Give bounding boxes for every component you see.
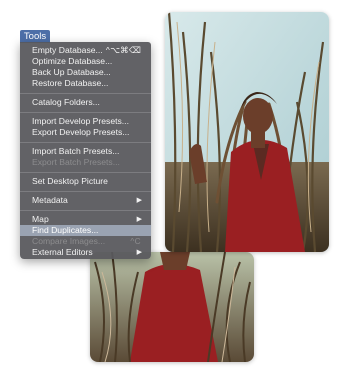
menu-item-import-develop-presets[interactable]: Import Develop Presets... (20, 116, 151, 127)
menu-separator (20, 191, 151, 192)
menu-item-label: Restore Database... (32, 78, 109, 88)
tools-menu: Empty Database... ^⌥⌘⌫ Optimize Database… (20, 42, 151, 259)
menu-item-back-up-database[interactable]: Back Up Database... (20, 67, 151, 78)
menu-item-label: Compare Images... (32, 236, 106, 246)
menu-item-label: External Editors (32, 247, 93, 257)
submenu-arrow-icon: ▶ (136, 216, 142, 223)
menu-separator (20, 172, 151, 173)
menu-separator (20, 112, 151, 113)
portrait-photo-back (90, 252, 254, 362)
menu-item-label: Map (32, 214, 49, 224)
menu-separator (20, 93, 151, 94)
menu-item-export-develop-presets[interactable]: Export Develop Presets... (20, 127, 151, 138)
menu-item-catalog-folders[interactable]: Catalog Folders... (20, 97, 151, 108)
menu-item-label: Export Batch Presets... (32, 157, 120, 167)
menu-item-restore-database[interactable]: Restore Database... (20, 78, 151, 89)
menu-item-set-desktop-picture[interactable]: Set Desktop Picture (20, 176, 151, 187)
menu-separator (20, 142, 151, 143)
menu-item-optimize-database[interactable]: Optimize Database... (20, 56, 151, 67)
menu-item-label: Set Desktop Picture (32, 176, 108, 186)
menu-item-label: Back Up Database... (32, 67, 111, 77)
menu-item-find-duplicates[interactable]: Find Duplicates... (20, 225, 151, 236)
menu-item-external-editors[interactable]: External Editors ▶ (20, 247, 151, 258)
menu-item-label: Find Duplicates... (32, 225, 99, 235)
submenu-arrow-icon: ▶ (136, 249, 142, 256)
menu-item-label: Empty Database... (32, 45, 103, 55)
menu-item-label: Optimize Database... (32, 56, 113, 66)
menu-item-label: Catalog Folders... (32, 97, 100, 107)
menu-item-label: Export Develop Presets... (32, 127, 130, 137)
menu-item-compare-images: Compare Images... ^C (20, 236, 151, 247)
menu-separator (20, 210, 151, 211)
menu-item-label: Import Develop Presets... (32, 116, 129, 126)
menu-item-export-batch-presets: Export Batch Presets... (20, 157, 151, 168)
menu-item-label: Metadata (32, 195, 68, 205)
menu-item-label: Import Batch Presets... (32, 146, 120, 156)
menu-item-empty-database[interactable]: Empty Database... ^⌥⌘⌫ (20, 45, 151, 56)
menu-item-import-batch-presets[interactable]: Import Batch Presets... (20, 146, 151, 157)
menu-item-map[interactable]: Map ▶ (20, 214, 151, 225)
menu-item-metadata[interactable]: Metadata ▶ (20, 195, 151, 206)
menu-item-shortcut: ^⌥⌘⌫ (105, 45, 141, 55)
submenu-arrow-icon: ▶ (136, 197, 142, 204)
photo-back-image (90, 252, 254, 362)
menu-item-shortcut: ^C (130, 236, 141, 246)
portrait-photo-front (165, 12, 329, 252)
photo-front-image (165, 12, 329, 252)
